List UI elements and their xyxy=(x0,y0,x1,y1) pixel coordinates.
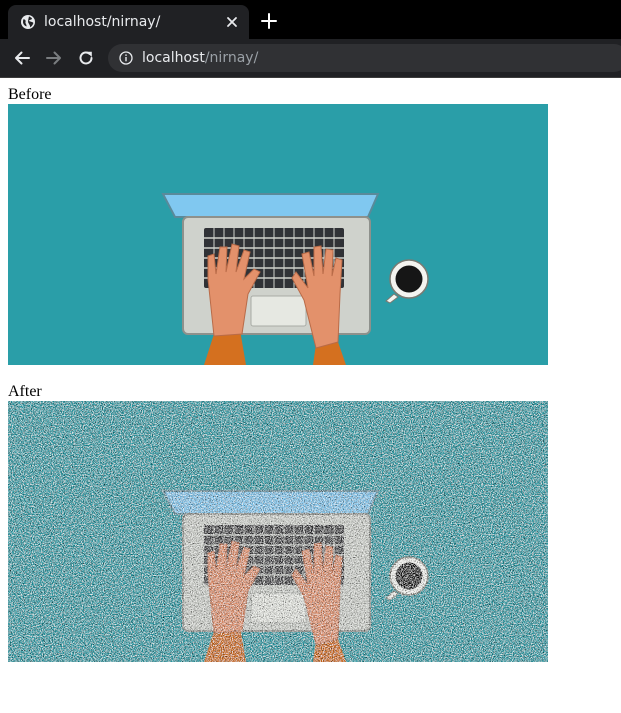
arrow-right-icon[interactable] xyxy=(45,49,63,67)
browser-tab[interactable]: localhost/nirnay/ xyxy=(8,5,249,39)
tab-title: localhost/nirnay/ xyxy=(44,14,161,30)
url-host: localhost xyxy=(142,50,205,66)
url-path: /nirnay/ xyxy=(204,50,259,66)
info-icon[interactable] xyxy=(119,51,133,65)
tab-strip: localhost/nirnay/ xyxy=(0,0,621,39)
before-image xyxy=(8,104,548,365)
toolbar-divider xyxy=(0,77,621,78)
url-text[interactable]: localhost/nirnay/ xyxy=(142,49,258,67)
plus-icon[interactable] xyxy=(260,12,278,30)
after-label: After xyxy=(8,383,42,400)
reload-icon[interactable] xyxy=(77,49,95,67)
before-label: Before xyxy=(8,86,52,103)
arrow-left-icon[interactable] xyxy=(13,49,31,67)
globe-icon xyxy=(21,15,35,29)
address-bar[interactable]: localhost/nirnay/ xyxy=(108,44,621,72)
close-icon[interactable] xyxy=(224,14,240,30)
browser-toolbar: localhost/nirnay/ xyxy=(0,39,621,77)
after-image xyxy=(8,401,548,662)
